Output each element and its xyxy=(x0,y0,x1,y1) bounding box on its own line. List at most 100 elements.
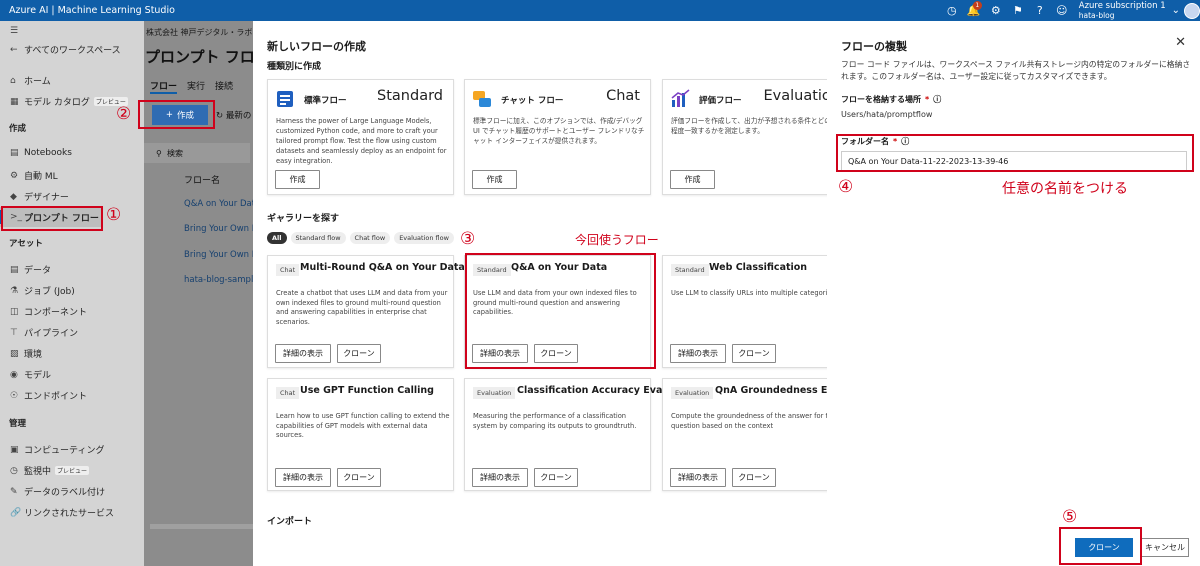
tab-bar: フロー 実行 接続 xyxy=(150,79,233,94)
view-details-button[interactable]: 詳細の表示 xyxy=(670,468,726,487)
data-icon: ▤ xyxy=(10,264,19,275)
workspace-name: hata-blog xyxy=(1078,10,1115,20)
bell-icon[interactable]: 🔔 1 xyxy=(963,0,985,21)
table-row[interactable]: hata-blog-sample- xyxy=(184,275,262,285)
clone-button[interactable]: クローン xyxy=(732,344,776,363)
automl-icon: ⚙ xyxy=(10,170,19,181)
refresh-button[interactable]: ↻ 最新の xyxy=(216,109,251,121)
clone-button[interactable]: クローン xyxy=(534,468,578,487)
environment-icon: ▨ xyxy=(10,348,19,359)
tab-connections[interactable]: 接続 xyxy=(215,79,233,94)
sidebar-item-linked-services[interactable]: 🔗 リンクされたサービス xyxy=(10,506,114,520)
clone-panel-description: フロー コード ファイルは、ワークスペース ファイル共有ストレージ内の特定のフォ… xyxy=(841,60,1191,81)
sidebar-item-data[interactable]: ▤ データ xyxy=(10,263,51,277)
gallery-tag: Evaluation xyxy=(671,387,714,399)
gallery-title: Multi-Round Q&A on Your Data xyxy=(300,262,465,273)
type-description: 評価フローを作成して、出力が予想される条件とどの程度一致するかを測定します。 xyxy=(671,117,827,135)
table-row[interactable]: Bring Your Own Da xyxy=(184,250,264,260)
clone-button[interactable]: クローン xyxy=(337,468,381,487)
search-input[interactable]: ⚲ 検索 xyxy=(144,143,250,163)
view-details-button[interactable]: 詳細の表示 xyxy=(670,344,726,363)
type-card-chat: チャット フロー Chat 標準フローに加え、このオプションでは、作成/デバッグ… xyxy=(464,79,651,195)
gallery-filters: All Standard flow Chat flow Evaluation f… xyxy=(267,232,454,244)
annotation-4: ④ xyxy=(838,177,854,197)
filter-standard[interactable]: Standard flow xyxy=(290,232,346,244)
annotation-5: ⑤ xyxy=(1062,507,1078,527)
view-details-button[interactable]: 詳細の表示 xyxy=(275,344,331,363)
gallery-title: Use GPT Function Calling xyxy=(300,385,434,396)
avatar[interactable] xyxy=(1184,2,1200,19)
column-header-name: フロー名 xyxy=(184,176,221,186)
cancel-button[interactable]: キャンセル xyxy=(1141,538,1189,557)
filter-chat[interactable]: Chat flow xyxy=(349,232,391,244)
gear-icon[interactable]: ⚙ xyxy=(985,0,1007,21)
gallery-title: Classification Accuracy Evalu... xyxy=(517,385,684,396)
table-row[interactable]: Bring Your Own Da xyxy=(184,224,264,234)
sidebar-item-all-workspaces[interactable]: ← すべてのワークスペース xyxy=(10,43,121,57)
sidebar-item-data-labeling[interactable]: ✎ データのラベル付け xyxy=(10,485,105,499)
highlight-prompt-flow xyxy=(1,206,103,231)
horizontal-scrollbar[interactable] xyxy=(150,524,254,529)
create-standard-button[interactable]: 作成 xyxy=(275,170,320,189)
sidebar-item-model-catalog[interactable]: ▦ モデル カタログ プレビュー xyxy=(10,95,128,108)
subscription-name: Azure subscription 1 xyxy=(1078,0,1166,11)
chevron-down-icon[interactable]: ⌄ xyxy=(1172,5,1180,16)
clock-icon[interactable]: ◷ xyxy=(941,0,963,21)
sidebar-item-designer[interactable]: ◆ デザイナー xyxy=(10,190,69,204)
view-details-button[interactable]: 詳細の表示 xyxy=(275,468,331,487)
gallery-card: Chat Multi-Round Q&A on Your Data Create… xyxy=(267,255,465,368)
label-icon: ✎ xyxy=(10,486,18,497)
breadcrumb[interactable]: 株式会社 神戸デジタル・ラボ xyxy=(146,27,252,38)
gallery-description: Compute the groundedness of the answer f… xyxy=(671,412,827,430)
tab-flows[interactable]: フロー xyxy=(150,79,178,94)
filter-all[interactable]: All xyxy=(267,232,287,244)
catalog-icon: ▦ xyxy=(10,96,19,107)
annotation-3: ③ xyxy=(460,229,476,249)
table-row[interactable]: Q&A on Your Data xyxy=(184,199,260,209)
panel-title: 新しいフローの作成 xyxy=(267,40,366,53)
standard-flow-icon xyxy=(277,91,293,107)
pipeline-icon: ⊤ xyxy=(10,327,18,338)
type-name: 評価フロー xyxy=(699,96,742,106)
gallery-card: Evaluation Classification Accuracy Evalu… xyxy=(464,378,683,491)
feedback-icon[interactable]: ☺ xyxy=(1051,0,1073,21)
annotation-name-note: 任意の名前をつける xyxy=(1002,181,1128,197)
gallery-tag: Evaluation xyxy=(473,387,516,399)
annotation-flow-note: 今回使うフロー xyxy=(575,233,659,247)
highlight-create xyxy=(138,100,215,129)
sidebar-item-components[interactable]: ◫ コンポーネント xyxy=(10,305,87,319)
megaphone-icon[interactable]: ⚑ xyxy=(1007,0,1029,21)
sidebar-item-monitoring[interactable]: ◷ 監視中 プレビュー xyxy=(10,464,90,477)
annotation-1: ① xyxy=(106,205,122,225)
type-name: 標準フロー xyxy=(304,96,347,106)
account-switcher[interactable]: Azure subscription 1 hata-blog xyxy=(1078,0,1166,20)
close-icon[interactable]: ✕ xyxy=(1175,35,1186,50)
clone-button[interactable]: クローン xyxy=(337,344,381,363)
filter-evaluation[interactable]: Evaluation flow xyxy=(394,232,454,244)
gallery-description: Learn how to use GPT function calling to… xyxy=(276,412,450,439)
create-evaluation-button[interactable]: 作成 xyxy=(670,170,715,189)
info-icon[interactable]: ⓘ xyxy=(933,94,941,105)
highlight-clone-button xyxy=(1059,527,1142,565)
annotation-2: ② xyxy=(116,104,132,124)
hamburger-icon[interactable]: ☰ xyxy=(10,26,24,36)
sidebar-item-home[interactable]: ⌂ ホーム xyxy=(10,74,51,88)
help-icon[interactable]: ? xyxy=(1029,0,1051,21)
sidebar-item-endpoints[interactable]: ☉ エンドポイント xyxy=(10,389,87,403)
sidebar-item-compute[interactable]: ▣ コンピューティング xyxy=(10,443,104,457)
sidebar-item-automl[interactable]: ⚙ 自動 ML xyxy=(10,169,58,183)
view-details-button[interactable]: 詳細の表示 xyxy=(472,468,528,487)
sidebar-item-models[interactable]: ◉ モデル xyxy=(10,368,51,382)
tab-runs[interactable]: 実行 xyxy=(187,79,205,94)
location-value: Users/hata/promptflow xyxy=(841,110,933,119)
sidebar-item-jobs[interactable]: ⚗ ジョブ (Job) xyxy=(10,284,75,298)
create-chat-button[interactable]: 作成 xyxy=(472,170,517,189)
location-label: フローを格納する場所 * ⓘ xyxy=(841,94,942,105)
clone-button[interactable]: クローン xyxy=(732,468,776,487)
section-manage: 管理 xyxy=(9,419,27,429)
sidebar-item-notebooks[interactable]: ▤ Notebooks xyxy=(10,148,72,158)
sidebar-item-environments[interactable]: ▨ 環境 xyxy=(10,347,42,361)
sidebar-item-pipelines[interactable]: ⊤ パイプライン xyxy=(10,326,78,340)
gallery-title: Web Classification xyxy=(709,262,808,273)
type-description: Harness the power of Large Language Mode… xyxy=(276,117,447,165)
